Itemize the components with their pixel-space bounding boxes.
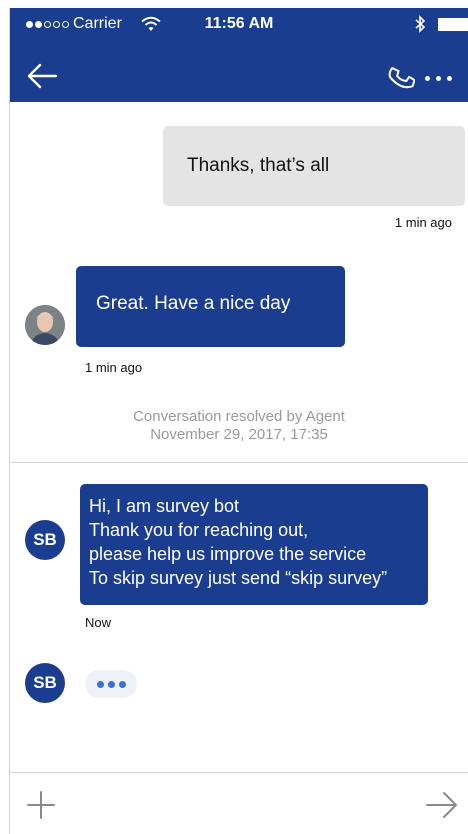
chat-screen: Carrier 11:56 AM Thanks, that’s all 1 mi… bbox=[10, 8, 468, 834]
battery-icon bbox=[438, 18, 468, 31]
bot-message-line: Thank you for reaching out, bbox=[89, 520, 309, 540]
agent-avatar bbox=[25, 305, 65, 345]
user-message-timestamp: 1 min ago bbox=[394, 215, 452, 230]
app-header: Carrier 11:56 AM bbox=[10, 8, 468, 102]
agent-photo-icon bbox=[25, 305, 65, 345]
agent-message-timestamp: 1 min ago bbox=[85, 360, 143, 375]
conversation-resolved-notice: Conversation resolved by Agent November … bbox=[10, 408, 468, 444]
composer-divider bbox=[10, 772, 468, 773]
conversation-divider bbox=[10, 462, 468, 463]
bot-message-bubble: Hi, I am survey bot Thank you for reachi… bbox=[80, 484, 428, 605]
bot-avatar: SB bbox=[25, 520, 65, 560]
bot-message-line: please help us improve the service bbox=[89, 544, 367, 564]
status-time: 11:56 AM bbox=[204, 15, 274, 32]
bluetooth-icon bbox=[415, 15, 426, 33]
resolved-date: November 29, 2017, 17:35 bbox=[150, 426, 328, 443]
send-button[interactable] bbox=[424, 788, 460, 822]
status-bar: Carrier 11:56 AM bbox=[10, 8, 468, 38]
user-message-bubble: Thanks, that’s all bbox=[163, 126, 465, 206]
typing-indicator bbox=[85, 670, 137, 698]
back-button[interactable] bbox=[24, 58, 60, 94]
call-button[interactable] bbox=[385, 62, 415, 94]
resolved-label: Conversation resolved by Agent bbox=[133, 408, 345, 425]
agent-message-bubble: Great. Have a nice day bbox=[76, 266, 345, 347]
bot-message-line: To skip survey just send “skip survey” bbox=[89, 568, 388, 588]
add-attachment-button[interactable] bbox=[24, 788, 58, 822]
user-message-text: Thanks, that’s all bbox=[187, 155, 330, 176]
agent-message-text: Great. Have a nice day bbox=[96, 293, 291, 314]
bot-message-line: Hi, I am survey bot bbox=[89, 496, 240, 516]
more-options-button[interactable] bbox=[425, 68, 465, 88]
bot-avatar-typing: SB bbox=[25, 663, 65, 703]
bot-message-timestamp: Now bbox=[85, 615, 112, 630]
